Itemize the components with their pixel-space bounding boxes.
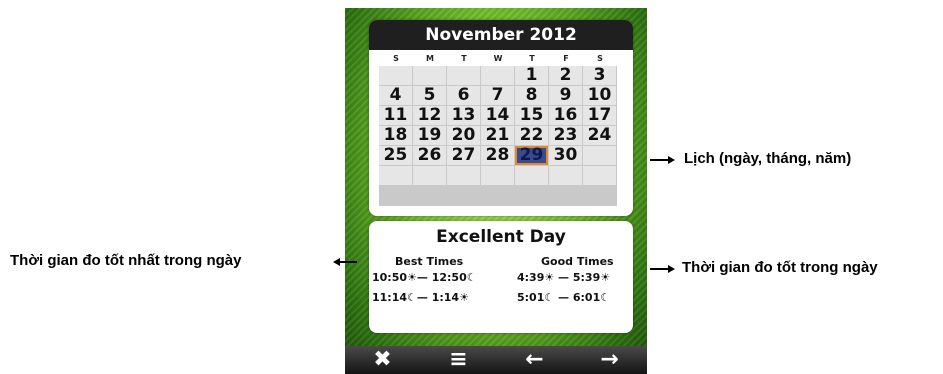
day-cell[interactable]: 9 [549,86,582,105]
day-cell[interactable]: 3 [583,66,616,85]
weekday-label: W [493,54,503,63]
day-cell[interactable]: 30 [549,146,582,165]
good-times-header: Good Times [541,255,614,268]
day-cell[interactable] [413,66,446,85]
day-cell[interactable]: 20 [447,126,480,145]
day-cell[interactable]: 11 [379,106,412,125]
day-cell[interactable] [583,166,616,185]
good-arrow-head [668,265,675,273]
day-cell[interactable] [447,66,480,85]
best-times-annotation: Thời gian đo tốt nhất trong ngày [10,252,242,269]
day-cell[interactable]: 24 [583,126,616,145]
day-cell[interactable]: 17 [583,106,616,125]
close-icon[interactable]: ✖ [345,346,420,374]
arrow-right-icon[interactable]: → [572,346,647,374]
day-rating-title: Excellent Day [436,227,566,247]
month-year-title: November 2012 [369,20,633,50]
day-cell[interactable]: 4 [379,86,412,105]
weekday-label: S [597,54,603,63]
best-time-1: 10:50☀— 12:50☾ [372,271,477,284]
day-cell[interactable]: 21 [481,126,514,145]
selected-day-cell[interactable]: 29 [515,146,548,165]
good-time-1: 4:39☀ — 5:39☀ [517,271,611,284]
day-cell[interactable]: 2 [549,66,582,85]
day-cell[interactable] [583,146,616,165]
calendar-arrow-line [650,159,670,161]
day-cell[interactable]: 18 [379,126,412,145]
menu-icon[interactable]: ≡ [421,346,496,374]
day-cell[interactable]: 27 [447,146,480,165]
weekday-label: T [461,54,467,63]
day-cell[interactable] [549,166,582,185]
weekday-label: S [393,54,399,63]
weekday-label: T [529,54,535,63]
day-cell[interactable]: 16 [549,106,582,125]
day-cell[interactable]: 12 [413,106,446,125]
calendar-grid: 1 2 3 4 5 6 7 8 9 10 11 12 13 14 15 16 1… [379,66,617,206]
weekday-label: M [426,54,434,63]
arrow-left-icon[interactable]: ← [497,346,572,374]
day-cell[interactable] [481,66,514,85]
day-cell[interactable]: 25 [379,146,412,165]
day-cell[interactable]: 28 [481,146,514,165]
day-cell[interactable]: 1 [515,66,548,85]
day-cell[interactable] [413,166,446,185]
calendar-card: November 2012 S M T W T F S 1 2 3 4 5 6 … [369,20,633,216]
good-arrow-line [650,268,670,270]
day-cell[interactable] [379,66,412,85]
day-cell[interactable]: 6 [447,86,480,105]
day-cell[interactable]: 10 [583,86,616,105]
day-cell[interactable]: 8 [515,86,548,105]
day-cell[interactable]: 7 [481,86,514,105]
fishing-times-card: Excellent Day Best Times Good Times 10:5… [369,221,633,333]
weekday-label: F [563,54,569,63]
day-cell[interactable]: 26 [413,146,446,165]
day-cell[interactable]: 14 [481,106,514,125]
day-cell[interactable]: 5 [413,86,446,105]
best-arrow-line [339,261,357,263]
best-time-2: 11:14☾— 1:14☀ [372,291,469,304]
weekday-header-row: S M T W T F S [379,54,617,66]
day-cell[interactable]: 19 [413,126,446,145]
calendar-annotation: Lịch (ngày, tháng, năm) [684,150,852,167]
calendar-arrow-head [668,156,675,164]
good-times-annotation: Thời gian đo tốt trong ngày [682,259,878,276]
day-cell[interactable] [379,166,412,185]
bottom-toolbar: ✖ ≡ ← → [345,346,647,374]
day-cell[interactable] [481,166,514,185]
day-cell[interactable]: 23 [549,126,582,145]
day-cell[interactable]: 15 [515,106,548,125]
device-screen: November 2012 S M T W T F S 1 2 3 4 5 6 … [345,8,647,374]
best-times-header: Best Times [395,255,464,268]
day-cell[interactable]: 13 [447,106,480,125]
day-cell[interactable] [447,166,480,185]
day-cell[interactable]: 22 [515,126,548,145]
good-time-2: 5:01☾ — 6:01☾ [517,291,611,304]
day-cell[interactable] [515,166,548,185]
